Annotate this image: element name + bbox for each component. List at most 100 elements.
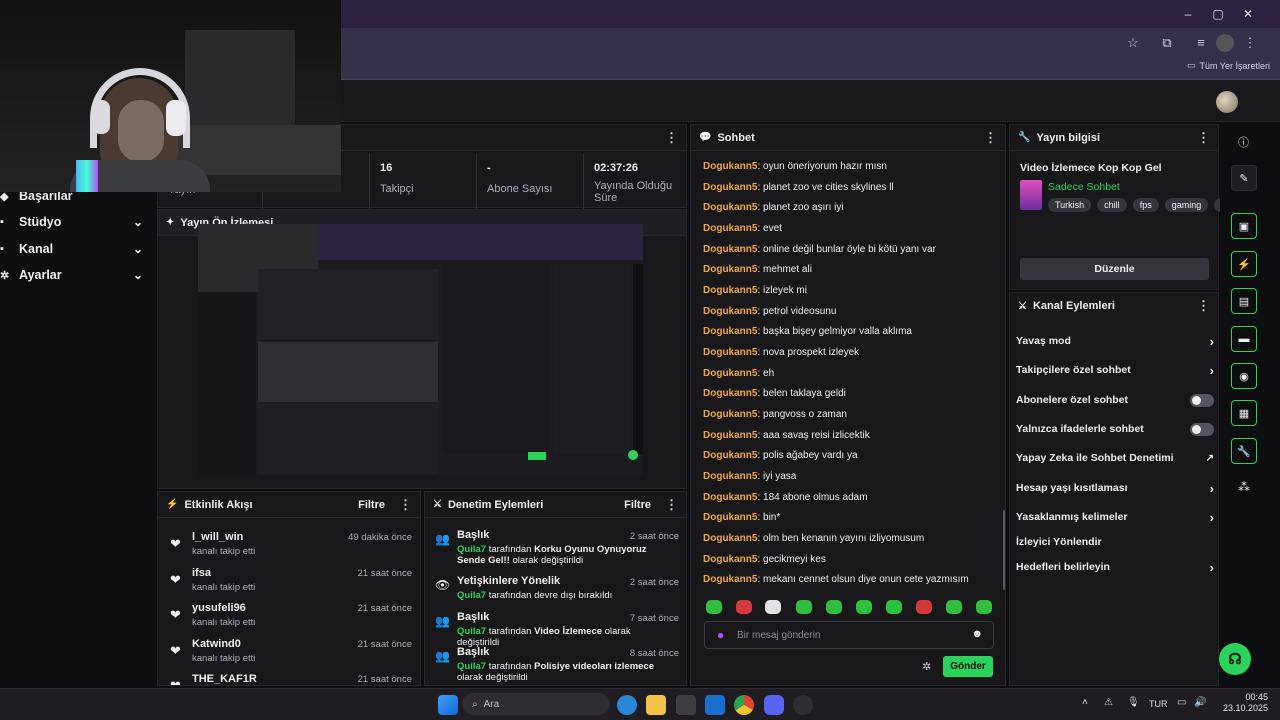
chat-message[interactable]: Dogukann5: 184 abone olmus adam: [703, 492, 868, 506]
list-item[interactable]: ❤ yusufeli96 kanalı takip etti 21 saat ö…: [158, 599, 420, 635]
network-icon[interactable]: ⚠: [1104, 697, 1113, 708]
chat-message[interactable]: Dogukann5: aaa savaş reisi izlicektik: [703, 430, 870, 444]
list-item[interactable]: ❤ ifsa kanalı takip etti 21 saat önce: [158, 564, 420, 600]
lightning-icon[interactable]: ⚡: [1231, 251, 1257, 277]
list-item[interactable]: ❤ l_will_win kanalı takip etti 49 dakika…: [158, 528, 420, 564]
chat-message[interactable]: Dogukann5: online değil bunlar öyle bi k…: [703, 244, 936, 258]
emote-icon[interactable]: [946, 600, 962, 614]
emote-icon[interactable]: [826, 600, 842, 614]
browser-menu-icon[interactable]: ⋮: [1241, 34, 1259, 52]
display-icon[interactable]: ▭: [1177, 697, 1186, 708]
chat-settings-icon[interactable]: ✲: [922, 660, 931, 673]
emote-icon[interactable]: [856, 600, 872, 614]
more-options-icon[interactable]: ⋮: [1197, 298, 1210, 314]
list-item[interactable]: 👥 Başlık 8 saat önce Quila7 tarafından P…: [425, 644, 686, 683]
more-options-icon[interactable]: ⋮: [984, 130, 997, 146]
tag[interactable]: chill: [1097, 198, 1127, 212]
chat-message[interactable]: Dogukann5: oyun öneriyorum hazır mısn: [703, 161, 887, 175]
store-icon[interactable]: [676, 695, 696, 715]
maximize-button[interactable]: ▢: [1208, 6, 1228, 22]
outlook-icon[interactable]: [705, 695, 725, 715]
tab-search-icon[interactable]: ≡: [1192, 34, 1210, 52]
category-link[interactable]: Sadece Sohbet: [1048, 181, 1120, 193]
help-button[interactable]: ☊: [1219, 643, 1251, 675]
action-raid[interactable]: İzleyici Yönlendir: [1016, 531, 1214, 553]
extensions-icon[interactable]: ⧉: [1158, 34, 1176, 52]
chat-message[interactable]: Dogukann5: evet: [703, 223, 782, 237]
action-goals[interactable]: Hedefleri belirleyin ›: [1016, 556, 1214, 578]
tray-arrow-icon[interactable]: ˄: [1082, 697, 1088, 708]
filter-button[interactable]: Filtre: [624, 499, 651, 511]
chat-message[interactable]: Dogukann5: izleyek mi: [703, 285, 807, 299]
emote-icon[interactable]: [765, 600, 781, 614]
more-options-icon[interactable]: ⋮: [665, 130, 678, 146]
emote-icon[interactable]: [886, 600, 902, 614]
tag[interactable]: Turkish: [1048, 198, 1092, 212]
toggle-switch[interactable]: [1190, 393, 1214, 407]
emote-icon[interactable]: [736, 600, 752, 614]
wrench-icon[interactable]: 🔧: [1231, 438, 1257, 464]
close-window-button[interactable]: ✕: [1238, 6, 1258, 22]
chat-input[interactable]: ● Bir mesaj gönderin ☻: [704, 621, 994, 649]
more-options-icon[interactable]: ⋮: [399, 497, 412, 513]
chat-message[interactable]: Dogukann5: planet zoo ve cities skylines…: [703, 182, 894, 196]
emote-icon[interactable]: [916, 600, 932, 614]
action-ai-moderation[interactable]: Yapay Zeka ile Sohbet Denetimi ↗: [1016, 447, 1214, 469]
list-item[interactable]: 👥 Başlık 2 saat önce Quila7 tarafından K…: [425, 527, 686, 566]
list-item[interactable]: 👁 Yetişkinlere Yönelik 2 saat önce Quila…: [425, 573, 686, 609]
edit-button[interactable]: Düzenle: [1020, 258, 1209, 280]
emote-icon[interactable]: [796, 600, 812, 614]
list-item[interactable]: ❤ THE_KAF1R 21 saat önce: [158, 670, 420, 685]
chat-message[interactable]: Dogukann5: mekanı cennet olsun diye onun…: [703, 574, 969, 588]
steam-icon[interactable]: [793, 695, 813, 715]
more-options-icon[interactable]: ⋮: [665, 497, 678, 513]
more-options-icon[interactable]: ⋮: [1197, 130, 1210, 146]
discord-icon[interactable]: [764, 695, 784, 715]
language-indicator[interactable]: TUR: [1149, 699, 1168, 709]
stream-preview-video[interactable]: [198, 224, 643, 476]
microphone-icon[interactable]: ●: [717, 628, 724, 642]
action-emote-only[interactable]: Yalnızca ifadelerle sohbet: [1016, 418, 1214, 440]
list-item[interactable]: 👥 Başlık 7 saat önce Quila7 tarafından V…: [425, 609, 686, 648]
chat-message[interactable]: Dogukann5: gecikmeyi kes: [703, 554, 826, 568]
bookmark-star-icon[interactable]: ☆: [1124, 34, 1142, 52]
chat-message[interactable]: Dogukann5: polis ağabey vardı ya: [703, 450, 858, 464]
document-icon[interactable]: ▤: [1231, 288, 1257, 314]
emote-icon[interactable]: [976, 600, 992, 614]
windows-start-icon[interactable]: [438, 695, 458, 715]
action-slow-mode[interactable]: Yavaş mod ›: [1016, 330, 1214, 352]
chat-message[interactable]: Dogukann5: petrol videosunu: [703, 306, 836, 320]
filter-button[interactable]: Filtre: [358, 499, 385, 511]
tag[interactable]: fps: [1132, 198, 1159, 212]
file-explorer-icon[interactable]: [646, 695, 666, 715]
sidebar-item-studio[interactable]: ▪ Stüdyo ⌄: [0, 209, 155, 235]
chat-message[interactable]: Dogukann5: planet zoo aşırı iyi: [703, 202, 844, 216]
chat-message[interactable]: Dogukann5: belen taklaya geldi: [703, 388, 846, 402]
broadcast-icon[interactable]: ◉: [1231, 363, 1257, 389]
toggle-switch[interactable]: [1190, 422, 1214, 436]
taskbar-search[interactable]: ⌕ Ara: [462, 693, 610, 715]
chat-message[interactable]: Dogukann5: eh: [703, 368, 774, 382]
chrome-icon[interactable]: [734, 695, 754, 715]
chat-scrollbar[interactable]: [1003, 510, 1005, 590]
action-subscribers-only[interactable]: Abonelere özel sohbet: [1016, 389, 1214, 411]
sidebar-item-settings[interactable]: ✲ Ayarlar ⌄: [0, 262, 155, 288]
tag[interactable]: gaming: [1164, 198, 1209, 212]
edge-icon[interactable]: [617, 695, 637, 715]
minimize-button[interactable]: –: [1178, 6, 1198, 22]
chat-message[interactable]: Dogukann5: başka bişey gelmiyor valla ak…: [703, 326, 912, 340]
layout-icon[interactable]: ▦: [1231, 400, 1257, 426]
avatar[interactable]: [1216, 91, 1238, 113]
chat-message[interactable]: Dogukann5: nova prospekt izleyek: [703, 347, 859, 361]
emoji-icon[interactable]: ☻: [971, 628, 983, 640]
microphone-icon[interactable]: 🎙: [1127, 697, 1140, 708]
all-bookmarks-button[interactable]: ▭ Tüm Yer İşaretleri: [1187, 60, 1270, 71]
action-banned-words[interactable]: Yasaklanmış kelimeler ›: [1016, 506, 1214, 528]
chat-message[interactable]: Dogukann5: bin*: [703, 512, 780, 526]
edit-pencil-icon[interactable]: ✎: [1231, 165, 1257, 191]
profile-icon[interactable]: [1216, 34, 1234, 52]
chat-message[interactable]: Dogukann5: pangvoss o zaman: [703, 409, 847, 423]
sidebar-item-channel[interactable]: ▪ Kanal ⌄: [0, 236, 155, 262]
info-icon[interactable]: ⓘ: [1238, 134, 1249, 150]
emote-icon[interactable]: [706, 600, 722, 614]
